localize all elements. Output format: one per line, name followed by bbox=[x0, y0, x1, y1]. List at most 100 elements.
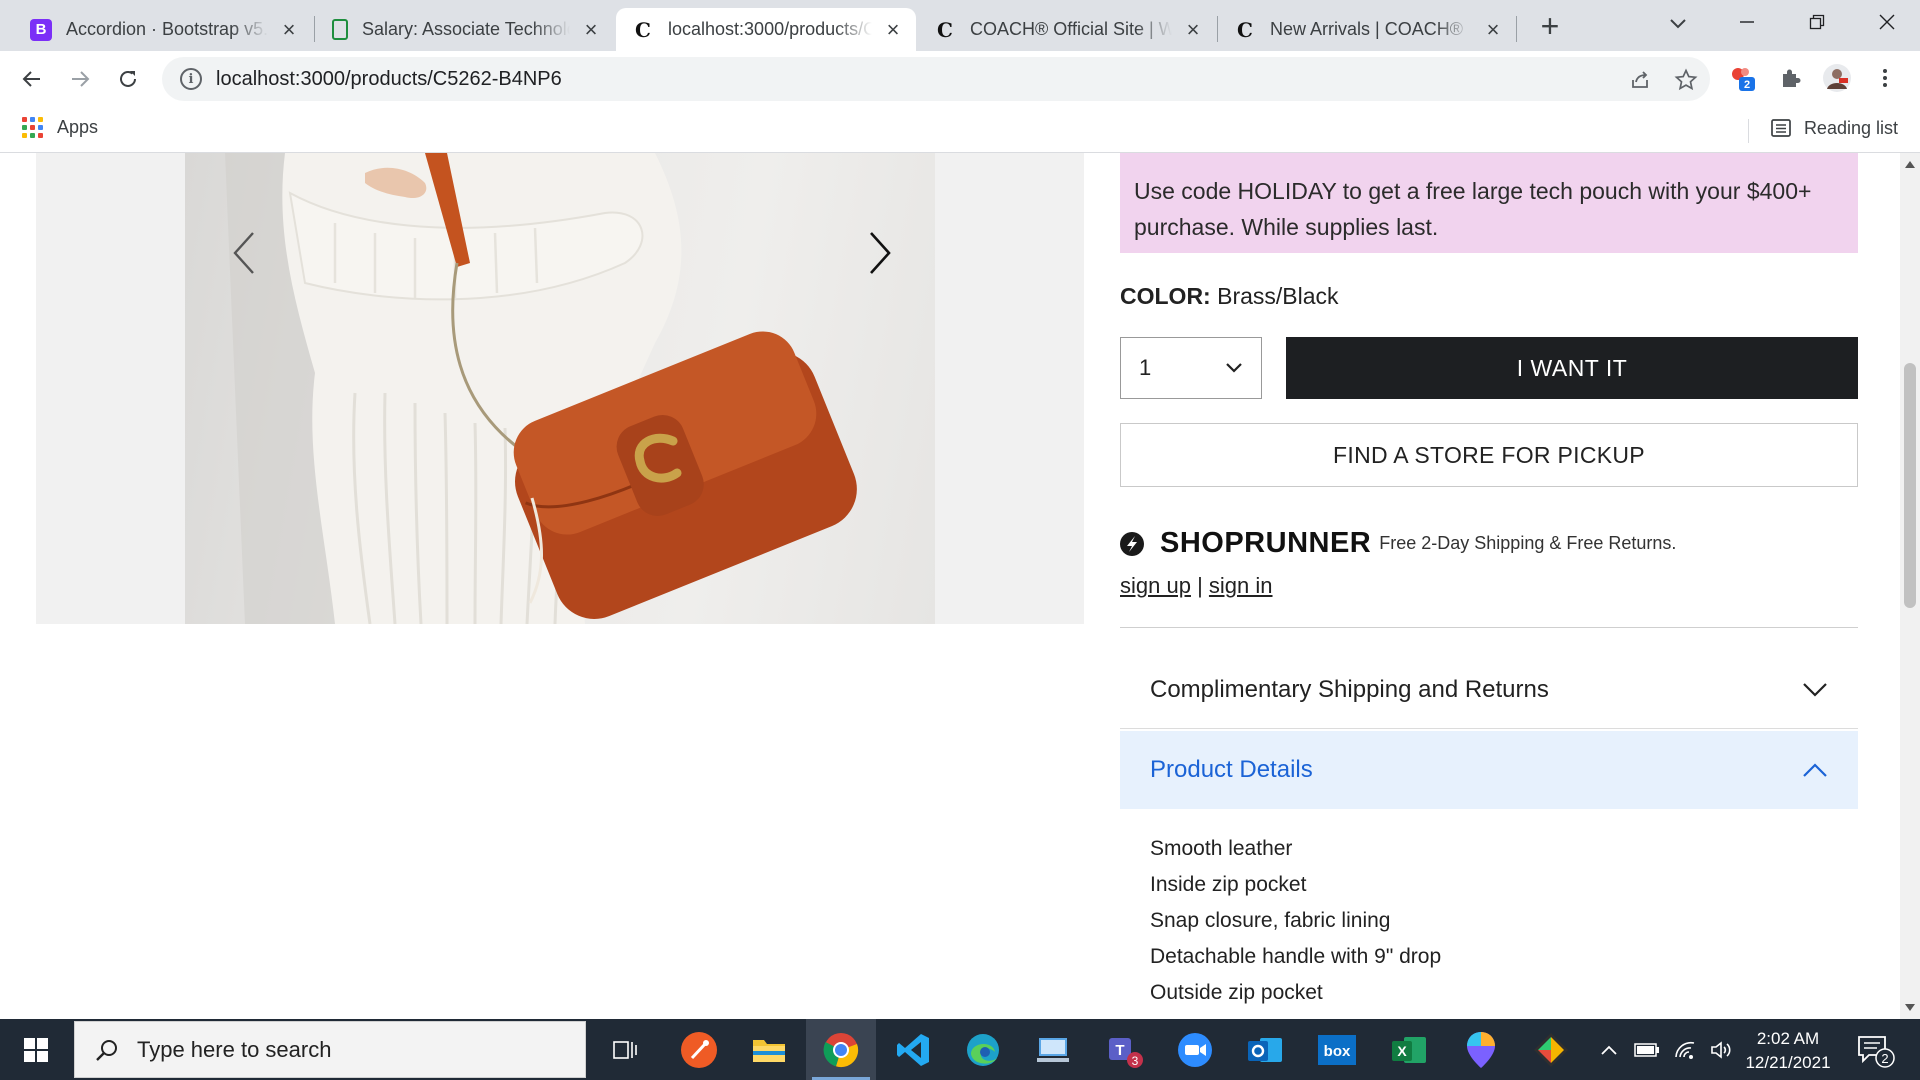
sign-in-link[interactable]: sign in bbox=[1209, 573, 1273, 598]
outlook-icon bbox=[1248, 1037, 1282, 1062]
find-store-pickup-button[interactable]: FIND A STORE FOR PICKUP bbox=[1120, 423, 1858, 487]
link-separator: | bbox=[1197, 573, 1203, 598]
tab-divider bbox=[314, 16, 315, 42]
scroll-up-arrow-icon[interactable] bbox=[1905, 161, 1915, 168]
add-to-bag-button[interactable]: I WANT IT bbox=[1286, 337, 1858, 399]
apps-shortcut[interactable]: Apps bbox=[22, 117, 98, 138]
color-value: Brass/Black bbox=[1217, 283, 1339, 309]
start-button[interactable] bbox=[0, 1019, 72, 1080]
tab-coach-new-arrivals[interactable]: C New Arrivals | COACH® × bbox=[1218, 8, 1516, 51]
reading-list-label: Reading list bbox=[1803, 117, 1898, 138]
tab-coach-official[interactable]: C COACH® Official Site | Women × bbox=[918, 8, 1216, 51]
reload-icon bbox=[120, 70, 136, 87]
chevron-up-icon bbox=[1803, 763, 1827, 777]
notification-center-button[interactable]: 2 bbox=[1855, 1031, 1895, 1069]
reading-list-button[interactable]: Reading list bbox=[1770, 117, 1898, 139]
close-icon[interactable]: × bbox=[1182, 17, 1204, 42]
taskbar-app-outlook[interactable] bbox=[1230, 1019, 1300, 1080]
share-icon[interactable] bbox=[1628, 68, 1652, 92]
taskbar-search-input[interactable]: Type here to search bbox=[74, 1021, 586, 1078]
folder-icon bbox=[753, 1039, 785, 1062]
teams-badge-count: 3 bbox=[1132, 1054, 1139, 1068]
network-indicator[interactable] bbox=[1668, 1019, 1702, 1080]
shoprunner-promo: SHOPRUNNER Free 2-Day Shipping & Free Re… bbox=[1120, 527, 1676, 560]
profile-button[interactable] bbox=[1822, 63, 1852, 93]
task-view-icon bbox=[613, 1040, 637, 1059]
taskbar-app-box[interactable]: box bbox=[1302, 1019, 1372, 1080]
zoom-icon bbox=[1178, 1032, 1212, 1067]
battery-indicator[interactable] bbox=[1630, 1019, 1664, 1080]
chevron-up-icon bbox=[1601, 1045, 1617, 1055]
minimize-button[interactable] bbox=[1712, 0, 1782, 44]
scroll-down-arrow-icon[interactable] bbox=[1905, 1004, 1915, 1011]
tab-divider bbox=[1516, 16, 1517, 42]
promo-banner: Use code HOLIDAY to get a free large tec… bbox=[1120, 153, 1858, 253]
close-window-button[interactable] bbox=[1852, 0, 1920, 44]
taskbar-app-edge[interactable] bbox=[948, 1019, 1018, 1080]
wifi-icon bbox=[1675, 1041, 1695, 1059]
product-photo-illustration bbox=[225, 153, 857, 624]
reading-list-icon bbox=[1771, 119, 1791, 137]
tab-title: localhost:3000/products/C5262-B4NP6 bbox=[668, 19, 872, 39]
taskbar-app-zoom[interactable] bbox=[1160, 1019, 1230, 1080]
coach-icon: C bbox=[635, 17, 651, 42]
restore-button[interactable] bbox=[1782, 0, 1852, 44]
color-label: COLOR: bbox=[1120, 283, 1211, 309]
forward-button[interactable] bbox=[62, 61, 98, 97]
close-icon[interactable]: × bbox=[580, 17, 602, 42]
address-bar[interactable]: i localhost:3000/products/C5262-B4NP6 bbox=[162, 57, 1710, 101]
taskbar-app-git[interactable] bbox=[1516, 1019, 1586, 1080]
coach-icon: C bbox=[937, 17, 953, 42]
back-button[interactable] bbox=[14, 61, 50, 97]
more-vert-icon bbox=[1883, 69, 1887, 87]
taskbar-app-chrome[interactable] bbox=[806, 1019, 876, 1080]
volume-indicator[interactable] bbox=[1704, 1019, 1738, 1080]
show-hidden-icons-button[interactable] bbox=[1594, 1019, 1624, 1080]
chevron-left-icon bbox=[233, 232, 254, 274]
remote-desktop-icon bbox=[1037, 1037, 1069, 1062]
color-selection: COLOR: Brass/Black bbox=[1120, 283, 1339, 310]
page-scrollbar[interactable] bbox=[1900, 153, 1920, 1019]
carousel-prev-button[interactable] bbox=[222, 225, 266, 281]
vscode-icon bbox=[897, 1033, 929, 1066]
shoprunner-tagline: Free 2-Day Shipping & Free Returns. bbox=[1379, 533, 1677, 553]
close-icon[interactable]: × bbox=[278, 17, 300, 42]
scrollbar-thumb[interactable] bbox=[1904, 363, 1916, 608]
svg-text:box: box bbox=[1324, 1043, 1351, 1060]
star-icon[interactable] bbox=[1674, 68, 1698, 92]
extension-badge-icon: 2 bbox=[1732, 68, 1755, 91]
sheets-icon bbox=[332, 19, 348, 40]
accordion-product-details[interactable]: Product Details bbox=[1120, 731, 1858, 809]
taskbar-app-vscode[interactable] bbox=[878, 1019, 948, 1080]
box-icon: box bbox=[1318, 1034, 1356, 1065]
extension-button[interactable]: 2 bbox=[1728, 63, 1758, 93]
info-icon[interactable]: i bbox=[180, 68, 202, 90]
taskbar-app-excel[interactable]: X bbox=[1374, 1019, 1444, 1080]
close-icon[interactable]: × bbox=[1482, 17, 1504, 42]
tab-bootstrap-accordion[interactable]: B Accordion · Bootstrap v5.0 × bbox=[14, 8, 312, 51]
close-icon[interactable]: × bbox=[882, 17, 904, 42]
new-tab-button[interactable]: + bbox=[1535, 8, 1565, 44]
url-text[interactable]: localhost:3000/products/C5262-B4NP6 bbox=[216, 68, 562, 91]
taskbar-app-file-explorer[interactable] bbox=[734, 1019, 804, 1080]
carousel-next-button[interactable] bbox=[858, 225, 902, 281]
taskbar-app-teams[interactable]: T 3 bbox=[1090, 1019, 1160, 1080]
accordion-shipping-returns[interactable]: Complimentary Shipping and Returns bbox=[1120, 651, 1858, 729]
taskbar-app-maps[interactable] bbox=[1446, 1019, 1516, 1080]
teams-icon: T 3 bbox=[1109, 1037, 1143, 1068]
extensions-menu-button[interactable] bbox=[1776, 63, 1806, 93]
shoprunner-logo-icon bbox=[1120, 531, 1144, 556]
sign-up-link[interactable]: sign up bbox=[1120, 573, 1191, 598]
tab-salary-sheet[interactable]: Salary: Associate Technology × bbox=[316, 8, 614, 51]
taskbar-app-postman[interactable] bbox=[664, 1019, 734, 1080]
quantity-select[interactable]: 1 bbox=[1120, 337, 1262, 399]
tab-search-button[interactable] bbox=[1665, 10, 1691, 36]
reload-button[interactable] bbox=[110, 61, 146, 97]
chrome-menu-button[interactable] bbox=[1870, 63, 1900, 93]
tab-localhost-product[interactable]: C localhost:3000/products/C5262-B4NP6 × bbox=[616, 8, 916, 51]
task-view-button[interactable] bbox=[590, 1019, 660, 1080]
accordion-title: Product Details bbox=[1150, 756, 1313, 783]
product-photo bbox=[185, 153, 935, 624]
taskbar-app-remote-desktop[interactable] bbox=[1018, 1019, 1088, 1080]
system-clock[interactable]: 2:02 AM 12/21/2021 bbox=[1738, 1027, 1838, 1075]
